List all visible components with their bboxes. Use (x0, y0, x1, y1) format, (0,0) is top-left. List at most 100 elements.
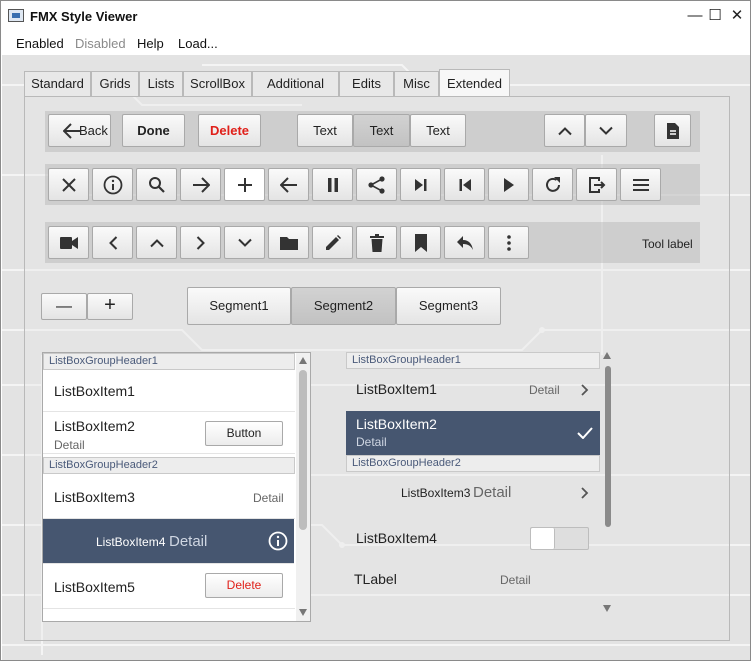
window-title: FMX Style Viewer (30, 9, 138, 24)
folder-tool-button[interactable] (268, 226, 309, 259)
app-icon (8, 9, 24, 22)
pause-tool-button[interactable] (312, 168, 353, 201)
tool-label: Tool label (642, 237, 693, 251)
text-segment-1[interactable]: Text (297, 114, 353, 147)
chevron-right-tool-button[interactable] (180, 226, 221, 259)
list-item[interactable]: ListBoxItem1 (43, 370, 295, 412)
back-label: Back (79, 123, 108, 138)
forward-tool-button[interactable] (180, 168, 221, 201)
list-item[interactable]: TLabel Detail (346, 559, 600, 601)
play-tool-button[interactable] (488, 168, 529, 201)
list-item-selected[interactable]: ListBoxItem2 Detail (346, 411, 600, 455)
bookmark-tool-button[interactable] (400, 226, 441, 259)
refresh-tool-button[interactable] (532, 168, 573, 201)
more-vertical-tool-button[interactable] (488, 226, 529, 259)
close-button[interactable]: ✕ (725, 6, 749, 26)
menu-help[interactable]: Help (137, 36, 164, 51)
chevron-down-icon (599, 126, 613, 135)
list-item-detail: Detail (253, 491, 284, 505)
reply-tool-button[interactable] (444, 226, 485, 259)
back-button[interactable]: Back (48, 114, 111, 147)
document-button[interactable] (654, 114, 691, 147)
segment-1[interactable]: Segment1 (187, 287, 291, 325)
checkmark-icon (577, 427, 593, 439)
info-icon (103, 175, 122, 194)
list-item[interactable]: ListBoxItem3 Detail (346, 472, 600, 514)
group-header: ListBoxGroupHeader2 (43, 457, 295, 474)
item-delete-button[interactable]: Delete (205, 573, 283, 598)
list-item[interactable]: ListBoxItem4 (346, 516, 600, 558)
tab-additional[interactable]: Additional (252, 71, 339, 96)
tab-scrollbox[interactable]: ScrollBox (183, 71, 252, 96)
backward-tool-button[interactable] (268, 168, 309, 201)
chevron-up-icon (557, 126, 572, 135)
close-tool-button[interactable] (48, 168, 89, 201)
skip-previous-tool-button[interactable] (444, 168, 485, 201)
list-item-selected[interactable]: ListBoxItem4 Detail (43, 519, 294, 564)
scroll-up-icon[interactable] (299, 357, 307, 364)
maximize-button[interactable]: ☐ (703, 6, 727, 26)
chevron-up-tool-button[interactable] (136, 226, 177, 259)
group-header: ListBoxGroupHeader2 (346, 455, 600, 472)
segment-2[interactable]: Segment2 (291, 287, 396, 325)
delete-button[interactable]: Delete (198, 114, 261, 147)
stepper-minus-button[interactable]: — (41, 293, 87, 320)
scrollbar-thumb[interactable] (299, 370, 307, 530)
chevron-right-icon (581, 487, 589, 499)
search-tool-button[interactable] (136, 168, 177, 201)
bookmark-icon (414, 233, 427, 252)
tab-extended[interactable]: Extended (439, 69, 510, 97)
group-header: ListBoxGroupHeader1 (43, 353, 295, 370)
info-icon[interactable] (268, 531, 288, 551)
chevron-up-button[interactable] (544, 114, 585, 147)
tab-standard[interactable]: Standard (24, 71, 91, 96)
list-item[interactable]: ListBoxItem2 Detail Button (43, 412, 295, 454)
menu-tool-button[interactable] (620, 168, 661, 201)
chevron-down-tool-button[interactable] (224, 226, 265, 259)
share-icon (367, 175, 385, 194)
list-item[interactable]: ListBoxItem5 Delete (43, 564, 295, 609)
scroll-down-icon[interactable] (299, 609, 307, 616)
skip-previous-icon (459, 178, 471, 191)
exit-tool-button[interactable] (576, 168, 617, 201)
chevron-left-icon (108, 235, 117, 250)
tab-lists[interactable]: Lists (139, 71, 183, 96)
text-segment-3[interactable]: Text (410, 114, 466, 147)
chevron-down-button[interactable] (585, 114, 627, 147)
document-icon (666, 122, 679, 139)
group-header: ListBoxGroupHeader1 (346, 352, 600, 369)
chevron-left-tool-button[interactable] (92, 226, 133, 259)
done-button[interactable]: Done (122, 114, 185, 147)
list-item[interactable]: ListBoxItem1 Detail (346, 369, 600, 411)
tab-edits[interactable]: Edits (339, 71, 394, 96)
stepper-plus-button[interactable]: + (87, 293, 133, 320)
list-item-label: ListBoxItem2 (54, 418, 135, 434)
title-bar[interactable]: FMX Style Viewer — ☐ ✕ (1, 1, 750, 31)
trash-tool-button[interactable] (356, 226, 397, 259)
add-tool-button[interactable] (224, 168, 265, 201)
segment-3[interactable]: Segment3 (396, 287, 501, 325)
arrow-right-icon (192, 176, 210, 193)
text-segment-2[interactable]: Text (353, 114, 410, 147)
tab-misc[interactable]: Misc (394, 71, 439, 96)
arrow-left-icon (279, 176, 297, 193)
list-item[interactable]: ListBoxItem3 Detail (43, 474, 295, 519)
pencil-tool-button[interactable] (312, 226, 353, 259)
listbox-right[interactable]: ListBoxGroupHeader1 ListBoxItem1 Detail … (346, 352, 616, 622)
listbox-left[interactable]: ListBoxGroupHeader1 ListBoxItem1 ListBox… (42, 352, 311, 622)
camera-tool-button[interactable] (48, 226, 89, 259)
info-tool-button[interactable] (92, 168, 133, 201)
skip-next-tool-button[interactable] (400, 168, 441, 201)
menu-load[interactable]: Load... (178, 36, 218, 51)
toggle-switch[interactable] (530, 527, 589, 550)
refresh-icon (545, 176, 560, 192)
item-button[interactable]: Button (205, 421, 283, 446)
scroll-up-icon[interactable] (603, 352, 611, 359)
tab-grids[interactable]: Grids (91, 71, 139, 96)
share-tool-button[interactable] (356, 168, 397, 201)
skip-next-icon (414, 178, 426, 191)
scrollbar-thumb[interactable] (605, 366, 611, 527)
pause-icon (327, 177, 338, 192)
menu-enabled[interactable]: Enabled (16, 36, 64, 51)
scroll-down-icon[interactable] (603, 605, 611, 612)
